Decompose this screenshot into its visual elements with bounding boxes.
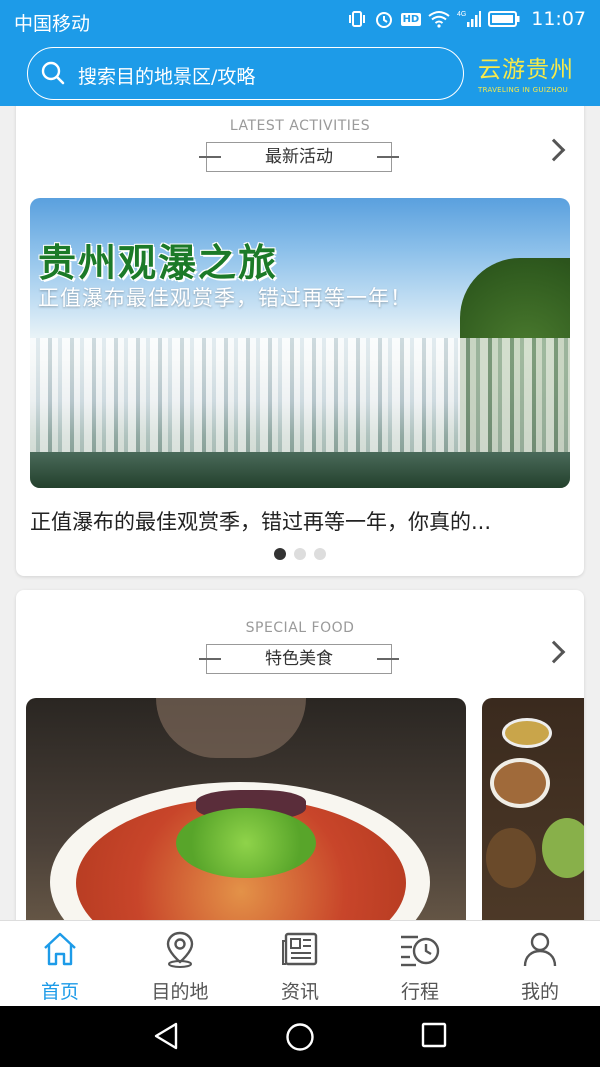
itinerary-clock-icon — [401, 935, 440, 967]
divider — [377, 156, 399, 158]
brand-tagline: TRAVELING IN GUIZHOU — [478, 86, 569, 94]
home-feed[interactable]: LATEST ACTIVITIES 最新活动 贵州观瀑之旅 正值瀑布最佳观赏季，… — [0, 106, 600, 920]
banner-title: 贵州观瀑之旅 — [38, 240, 279, 285]
divider — [199, 156, 221, 158]
pager-dot[interactable] — [314, 548, 326, 560]
section-title-box: 特色美食 — [199, 644, 399, 674]
chevron-right-icon[interactable] — [542, 138, 566, 162]
nav-item-profile[interactable]: 我的 — [480, 921, 600, 1006]
location-pin-icon — [166, 931, 194, 968]
section-header-activities: LATEST ACTIVITIES 最新活动 — [16, 118, 584, 178]
section-header-food: SPECIAL FOOD 特色美食 — [16, 620, 584, 680]
section-title-cn: 特色美食 — [265, 649, 333, 669]
user-icon — [523, 932, 557, 967]
banner-subtitle: 正值瀑布最佳观赏季，错过再等一年！ — [38, 286, 412, 310]
search-placeholder: 搜索目的地景区/攻略 — [78, 66, 256, 88]
section-title-en: LATEST ACTIVITIES — [229, 118, 371, 134]
banner-pool — [30, 452, 570, 488]
search-icon — [41, 61, 65, 85]
bottom-nav: 首页 目的地 资讯 行程 我的 — [0, 920, 600, 1006]
carrier-label: 中国移动 — [14, 13, 91, 35]
svg-text:4G: 4G — [457, 11, 466, 18]
section-title-box: 最新活动 — [199, 142, 399, 172]
clock: 11:07 — [531, 8, 586, 30]
nav-label: 资讯 — [280, 981, 319, 1003]
divider — [199, 658, 221, 660]
brand-logo: 云游贵州 TRAVELING IN GUIZHOU — [478, 50, 578, 94]
pager-dot[interactable] — [274, 548, 286, 560]
nav-item-news[interactable]: 资讯 — [240, 921, 360, 1006]
section-title-en: SPECIAL FOOD — [245, 620, 355, 636]
food-photo-garnish — [176, 808, 316, 878]
food-photo-dish — [490, 758, 550, 808]
home-icon — [44, 932, 76, 966]
wifi-icon — [428, 11, 450, 28]
vibrate-icon — [348, 11, 365, 27]
status-bar: 中国移动 HD 4G 11:07 — [0, 0, 600, 40]
food-carousel[interactable] — [26, 698, 584, 920]
recents-icon[interactable] — [420, 1021, 448, 1049]
nav-label: 目的地 — [151, 981, 209, 1003]
home-circle-icon[interactable] — [284, 1021, 316, 1053]
food-photo-background — [156, 698, 306, 758]
alarm-icon — [375, 12, 392, 28]
nav-item-destination[interactable]: 目的地 — [120, 921, 240, 1006]
chevron-right-icon[interactable] — [542, 640, 566, 664]
news-icon — [282, 932, 318, 966]
status-icons: HD 4G 11:07 — [347, 8, 586, 30]
carousel-pager — [16, 548, 584, 560]
battery-icon — [488, 11, 520, 27]
nav-label: 我的 — [520, 981, 559, 1003]
section-title-cn: 最新活动 — [265, 147, 333, 167]
latest-activities-card: LATEST ACTIVITIES 最新活动 贵州观瀑之旅 正值瀑布最佳观赏季，… — [16, 106, 584, 576]
pager-dot[interactable] — [294, 548, 306, 560]
food-photo-dish — [542, 818, 584, 878]
search-input[interactable]: 搜索目的地景区/攻略 — [27, 47, 464, 100]
food-card-dishes[interactable] — [482, 698, 584, 920]
food-card-noodles[interactable] — [26, 698, 466, 920]
system-nav-bar — [0, 1006, 600, 1067]
activity-caption[interactable]: 正值瀑布的最佳观赏季，错过再等一年，你真的... — [30, 506, 570, 536]
divider — [377, 658, 399, 660]
hd-badge: HD — [400, 12, 422, 26]
food-photo-dish — [486, 828, 536, 888]
food-photo-dish — [502, 718, 552, 748]
activity-banner[interactable]: 贵州观瀑之旅 正值瀑布最佳观赏季，错过再等一年！ — [30, 198, 570, 488]
back-icon[interactable] — [152, 1021, 182, 1051]
nav-label: 首页 — [40, 981, 79, 1003]
nav-item-itinerary[interactable]: 行程 — [360, 921, 480, 1006]
signal-icon: 4G — [457, 11, 482, 27]
app-header: 搜索目的地景区/攻略 云游贵州 TRAVELING IN GUIZHOU — [0, 40, 600, 106]
nav-item-home[interactable]: 首页 — [0, 921, 120, 1006]
nav-label: 行程 — [400, 981, 439, 1003]
brand-name: 云游贵州 — [478, 57, 574, 83]
special-food-card: SPECIAL FOOD 特色美食 — [16, 590, 584, 920]
